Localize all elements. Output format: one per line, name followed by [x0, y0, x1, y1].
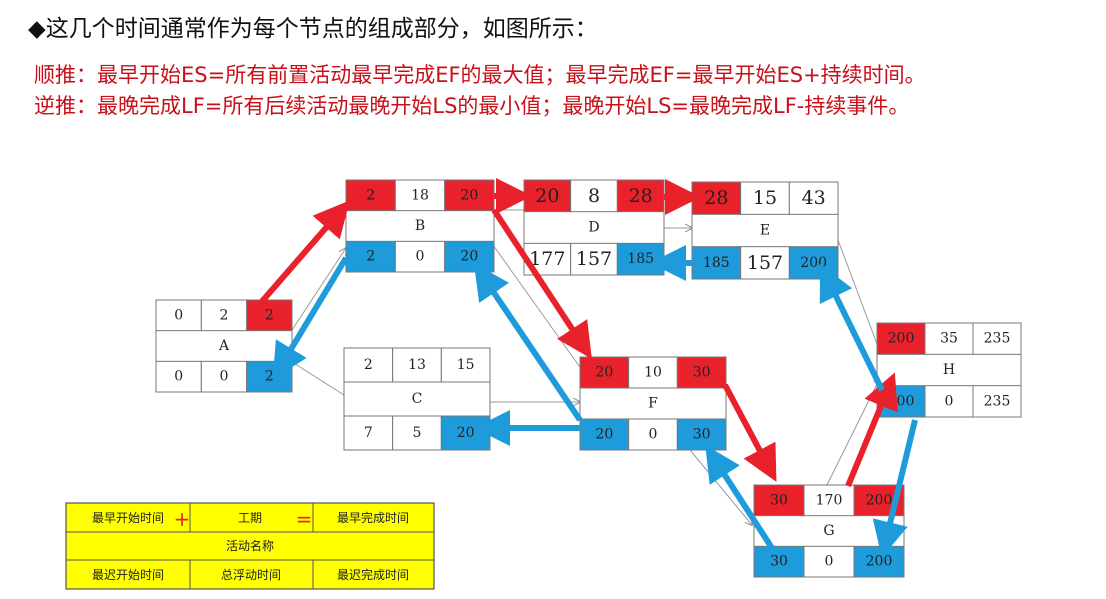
node-d-name: D — [588, 220, 599, 236]
node-b-dur: 18 — [411, 187, 429, 203]
node-g-name: G — [823, 523, 834, 539]
node-f-ls: 20 — [595, 427, 613, 443]
node-b-es: 2 — [366, 187, 375, 203]
node-c: 2 13 15 7 5 20 C — [343, 347, 491, 451]
node-b: 2 18 202 0 20B — [345, 179, 495, 273]
node-h-dur: 35 — [940, 331, 958, 347]
node-f: 20 10 30 20 0 30 F — [579, 356, 727, 451]
node-d: 20 8 28177 157 185D — [523, 179, 665, 276]
node-a-tf: 0 — [220, 369, 229, 385]
legend-ef: 最早完成时间 — [337, 510, 409, 525]
node-e-tf: 157 — [747, 252, 783, 274]
node-c-lf: 20 — [457, 425, 475, 441]
node-d-es: 20 — [535, 185, 559, 207]
node-f-name: F — [648, 396, 658, 412]
node-c-name: C — [412, 391, 423, 407]
dep-a-c — [291, 361, 345, 396]
node-g-dur: 170 — [816, 492, 843, 508]
node-a-lf: 2 — [265, 369, 274, 385]
node-a-es: 0 — [174, 307, 183, 323]
dep-f-g — [689, 449, 752, 525]
node-d-tf: 157 — [576, 248, 612, 270]
node-g-ls: 30 — [770, 554, 788, 570]
node-d-lf: 185 — [627, 251, 654, 267]
node-g-ef: 200 — [866, 492, 893, 508]
node-b-ef: 20 — [460, 187, 478, 203]
node-a-dur: 2 — [220, 307, 229, 323]
legend-equals: = — [296, 507, 313, 531]
legend-duration: 工期 — [238, 511, 262, 525]
node-g-es: 30 — [770, 492, 788, 508]
node-h-name: H — [943, 362, 955, 378]
node-b-ls: 2 — [366, 249, 375, 265]
legend-plus: + — [174, 507, 191, 531]
node-h-es: 200 — [888, 331, 915, 347]
node-h-tf: 0 — [945, 393, 954, 409]
node-h-ef: 235 — [984, 331, 1011, 347]
node-c-tf: 5 — [413, 425, 422, 441]
node-e-ef: 43 — [802, 187, 826, 209]
node-a: 0 2 2 0 0 2 A — [155, 299, 293, 393]
node-a-ls: 0 — [174, 369, 183, 385]
node-a-ef: 2 — [265, 307, 274, 323]
legend-box: 最早开始时间 + 工期 = 最早完成时间 活动名称 最迟开始时间 总浮动时间 最… — [65, 502, 435, 590]
legend-es: 最早开始时间 — [92, 511, 164, 525]
node-f-ef: 30 — [693, 365, 711, 381]
node-e-dur: 15 — [753, 187, 777, 209]
forward-arrow-g-h — [845, 372, 898, 488]
node-c-dur: 13 — [408, 357, 426, 373]
node-h: 200 35 235 200 0 235 H — [876, 322, 1022, 418]
legend-activity-name: 活动名称 — [226, 538, 274, 553]
node-e-es: 28 — [704, 187, 728, 209]
node-h-lf: 235 — [984, 393, 1011, 409]
node-e-name: E — [760, 223, 770, 239]
node-g-tf: 0 — [825, 554, 834, 570]
legend-tf: 总浮动时间 — [221, 568, 281, 582]
dep-e-h — [837, 239, 881, 353]
node-e-lf: 200 — [800, 255, 827, 271]
node-c-es: 2 — [364, 357, 373, 373]
node-h-ls: 200 — [888, 393, 915, 409]
node-a-name: A — [218, 338, 230, 354]
node-f-tf: 0 — [649, 427, 658, 443]
node-f-dur: 10 — [644, 365, 662, 381]
node-g: 30 170 200 30 0 200 G — [753, 484, 905, 578]
node-f-es: 20 — [595, 365, 613, 381]
node-f-lf: 30 — [693, 427, 711, 443]
node-c-ef: 15 — [457, 357, 475, 373]
node-b-lf: 20 — [460, 249, 478, 265]
forward-arrow-f-g — [722, 383, 777, 482]
node-g-lf: 200 — [866, 554, 893, 570]
node-d-ef: 28 — [629, 185, 653, 207]
node-b-tf: 0 — [416, 249, 425, 265]
legend-lf: 最迟完成时间 — [337, 567, 409, 582]
node-e-ls: 185 — [703, 255, 730, 271]
legend-ls: 最迟开始时间 — [92, 568, 164, 582]
node-e: 28 15 43 185 157 200 E — [691, 181, 839, 280]
node-c-ls: 7 — [364, 425, 373, 441]
node-d-dur: 8 — [588, 185, 600, 207]
network-diagram: 0 2 20 0 2A2 18 202 0 20B2 13 157 5 20C20 8 28177 157 18… — [65, 178, 1022, 590]
node-b-name: B — [415, 218, 425, 234]
